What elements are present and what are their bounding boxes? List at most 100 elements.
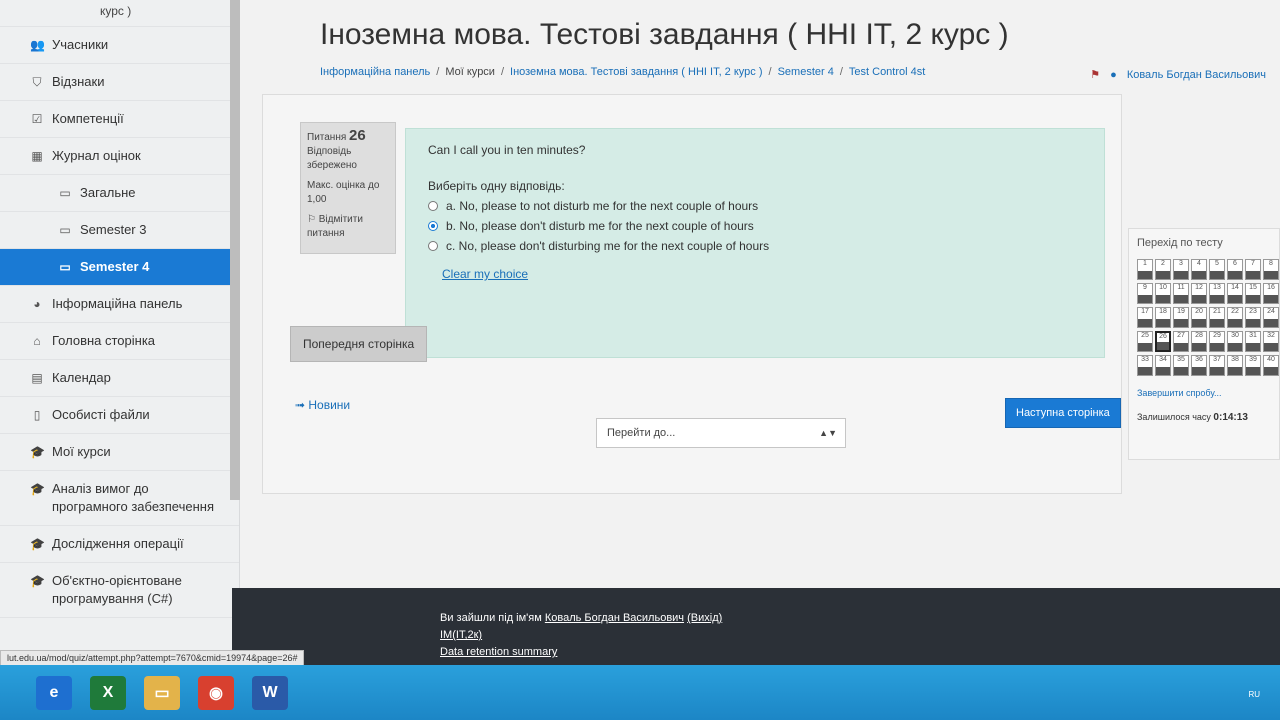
quiz-nav-question[interactable]: 23 <box>1245 307 1261 328</box>
sidebar-item[interactable]: ▭ Semester 3 <box>0 212 239 249</box>
quiz-nav-question[interactable]: 7 <box>1245 259 1261 280</box>
quiz-nav-question[interactable]: 10 <box>1155 283 1171 304</box>
quiz-nav-question[interactable]: 11 <box>1173 283 1189 304</box>
quiz-nav-question[interactable]: 35 <box>1173 355 1189 376</box>
word-icon[interactable]: W <box>252 675 288 710</box>
sidebar-item[interactable]: ▤ Календар <box>0 360 239 397</box>
group-link[interactable]: ІМ(ІТ,2к) <box>440 629 482 641</box>
answer-radio[interactable] <box>428 201 438 211</box>
breadcrumb-dashboard[interactable]: Інформаційна панель <box>320 66 430 78</box>
sidebar-item[interactable]: 🎓 Дослідження операції <box>0 526 239 563</box>
answer-option[interactable]: a. No, please to not disturb me for the … <box>428 199 1082 213</box>
notification-icon[interactable]: ⚑ <box>1090 68 1100 81</box>
quiz-nav-question[interactable]: 3 <box>1173 259 1189 280</box>
answer-radio[interactable] <box>428 241 438 251</box>
sidebar-item[interactable]: ▦ Журнал оцінок <box>0 138 239 175</box>
sidebar-item-label: Відзнаки <box>52 74 105 89</box>
system-tray[interactable]: RU <box>1248 690 1260 699</box>
quiz-nav-question[interactable]: 9 <box>1137 283 1153 304</box>
breadcrumb-quiz[interactable]: Test Control 4st <box>849 66 925 78</box>
user-menu[interactable]: ⚑ ● Коваль Богдан Васильович <box>1090 68 1266 82</box>
quiz-nav-question[interactable]: 20 <box>1191 307 1207 328</box>
finish-attempt-link[interactable]: Завершити спробу... <box>1137 388 1271 398</box>
clear-choice-link[interactable]: Clear my choice <box>442 267 528 281</box>
quiz-nav-question[interactable]: 1 <box>1137 259 1153 280</box>
excel-icon[interactable]: X <box>90 675 126 710</box>
file-icon: ▯ <box>33 408 41 422</box>
quiz-nav-question[interactable]: 27 <box>1173 331 1189 352</box>
quiz-nav-question[interactable]: 17 <box>1137 307 1153 328</box>
sidebar-item[interactable]: ◕ Інформаційна панель <box>0 286 239 323</box>
answer-radio[interactable] <box>428 221 438 231</box>
breadcrumb-separator: / <box>436 66 440 78</box>
quiz-nav-question[interactable]: 21 <box>1209 307 1225 328</box>
message-icon[interactable]: ● <box>1110 69 1117 81</box>
quiz-nav-question[interactable]: 38 <box>1227 355 1243 376</box>
quiz-nav-question[interactable]: 5 <box>1209 259 1225 280</box>
jump-to-select[interactable]: Перейти до... ▲▼ <box>596 418 846 448</box>
answer-option[interactable]: c. No, please don't disturbing me for th… <box>428 239 1082 253</box>
quiz-nav-question[interactable]: 19 <box>1173 307 1189 328</box>
quiz-nav-question[interactable]: 6 <box>1227 259 1243 280</box>
shield-icon: ⛉ <box>32 75 42 89</box>
quiz-nav-question[interactable]: 16 <box>1263 283 1279 304</box>
quiz-nav-question[interactable]: 14 <box>1227 283 1243 304</box>
flag-question-link[interactable]: ⚐ Відмітити питання <box>307 213 389 241</box>
news-link[interactable]: ➟ Новини <box>295 398 350 412</box>
chrome-icon[interactable]: ◉ <box>198 675 234 710</box>
quiz-nav-question[interactable]: 31 <box>1245 331 1261 352</box>
quiz-nav-question[interactable]: 37 <box>1209 355 1225 376</box>
quiz-nav-question[interactable]: 2 <box>1155 259 1171 280</box>
sidebar-course-partial[interactable]: курс ) <box>0 0 239 27</box>
flag-question-label: Відмітити питання <box>307 214 363 239</box>
previous-page-button[interactable]: Попередня сторінка <box>290 326 428 362</box>
file-explorer-icon[interactable]: ▭ <box>144 675 180 710</box>
quiz-nav-question[interactable]: 13 <box>1209 283 1225 304</box>
breadcrumb-separator: / <box>500 66 505 78</box>
language-indicator[interactable]: RU <box>1248 690 1260 699</box>
sidebar-item[interactable]: ⌂ Головна сторінка <box>0 323 239 360</box>
sidebar-item[interactable]: ▭ Загальне <box>0 175 239 212</box>
sidebar-item-label: Semester 3 <box>80 222 147 237</box>
sidebar-item[interactable]: 🎓 Об'єктно-орієнтоване програмування (C#) <box>0 563 239 618</box>
sidebar-item[interactable]: 🎓 Аналіз вимог до програмного забезпеченн… <box>0 471 239 526</box>
quiz-nav-question[interactable]: 29 <box>1209 331 1225 352</box>
sidebar-item[interactable]: ⛉ Відзнаки <box>0 64 239 101</box>
sidebar-item[interactable]: ☑ Компетенції <box>0 101 239 138</box>
quiz-nav-question[interactable]: 36 <box>1191 355 1207 376</box>
breadcrumb-course[interactable]: Іноземна мова. Тестові завдання ( ННІ ІТ… <box>510 66 763 78</box>
quiz-nav-question[interactable]: 32 <box>1263 331 1279 352</box>
jump-to-value: Перейти до... <box>607 427 676 439</box>
answer-option[interactable]: b. No, please don't disturb me for the n… <box>428 219 1082 233</box>
graduation-cap-icon: 🎓 <box>30 574 45 588</box>
data-retention-link[interactable]: Data retention summary <box>440 646 557 658</box>
sidebar-item-label: Аналіз вимог до програмного забезпечення <box>52 481 214 514</box>
quiz-nav-question[interactable]: 18 <box>1155 307 1171 328</box>
next-page-button[interactable]: Наступна сторінка <box>1005 398 1121 428</box>
quiz-nav-question[interactable]: 30 <box>1227 331 1243 352</box>
internet-explorer-icon[interactable]: e <box>36 675 72 710</box>
quiz-nav-question[interactable]: 8 <box>1263 259 1279 280</box>
quiz-nav-question[interactable]: 24 <box>1263 307 1279 328</box>
quiz-nav-question[interactable]: 26 <box>1155 331 1171 352</box>
logout-link[interactable]: (Вихід) <box>687 612 722 624</box>
quiz-nav-question[interactable]: 33 <box>1137 355 1153 376</box>
quiz-nav-question[interactable]: 4 <box>1191 259 1207 280</box>
quiz-nav-question[interactable]: 39 <box>1245 355 1261 376</box>
sidebar-item[interactable]: ▭ Semester 4 <box>0 249 239 286</box>
quiz-nav-question[interactable]: 34 <box>1155 355 1171 376</box>
sidebar-item[interactable]: ▯ Особисті файли <box>0 397 239 434</box>
quiz-nav-question[interactable]: 40 <box>1263 355 1279 376</box>
footer-user-link[interactable]: Коваль Богдан Васильович <box>545 612 684 624</box>
breadcrumb-section[interactable]: Semester 4 <box>778 66 834 78</box>
quiz-nav-question[interactable]: 12 <box>1191 283 1207 304</box>
sidebar-item[interactable]: 🎓 Мої курси <box>0 434 239 471</box>
quiz-nav-question[interactable]: 22 <box>1227 307 1243 328</box>
sidebar-item[interactable]: 👥 Учасники <box>0 27 239 64</box>
quiz-nav-question[interactable]: 15 <box>1245 283 1261 304</box>
user-name[interactable]: Коваль Богдан Васильович <box>1127 69 1266 81</box>
sidebar-item-label: Інформаційна панель <box>52 296 183 311</box>
quiz-nav-question[interactable]: 25 <box>1137 331 1153 352</box>
quiz-nav-question[interactable]: 28 <box>1191 331 1207 352</box>
sidebar-scrollbar[interactable] <box>230 0 240 500</box>
